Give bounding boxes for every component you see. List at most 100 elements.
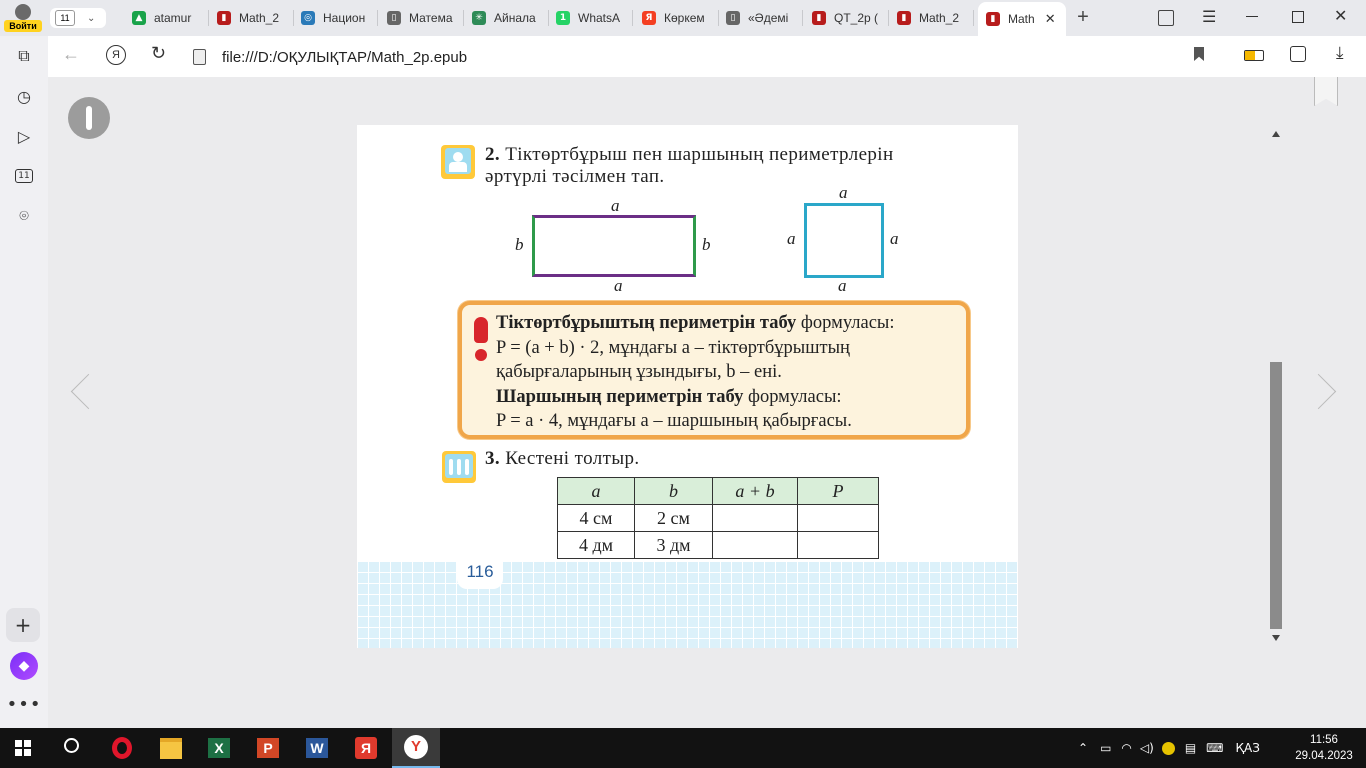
video-icon[interactable]: ▷ <box>12 124 36 148</box>
minimize-button[interactable] <box>1246 16 1258 17</box>
navigation-bar: ← Я ↻ file:///D:/ОҚУЛЫҚТАР/Math_2p.epub … <box>48 36 1366 78</box>
tab-title: Math <box>1008 12 1035 26</box>
scroll-up-arrow[interactable] <box>1272 131 1280 137</box>
browser-tab[interactable]: 1 WhatsA <box>552 3 634 33</box>
battery-saver-icon[interactable] <box>1244 50 1264 61</box>
tab-favicon-icon: ✳ <box>472 11 486 25</box>
reader-scrollbar[interactable] <box>1270 127 1282 643</box>
table-header-row: a b a + b P <box>557 477 879 505</box>
yandex-button[interactable]: Я <box>106 45 126 65</box>
download-icon[interactable]: ⤓ <box>1336 43 1344 63</box>
add-panel-icon[interactable]: + <box>6 608 40 642</box>
rule-line5: P = a · 4, мұндағы a – шаршының қабырғас… <box>496 411 852 431</box>
rect-label-top: a <box>611 196 620 215</box>
browser-tab[interactable]: Я Көркем <box>638 3 720 33</box>
close-tab-icon[interactable]: ✕ <box>1045 11 1056 27</box>
browser-tab[interactable]: ✳ Айнала <box>468 3 550 33</box>
table-cell: 3 дм <box>634 531 713 559</box>
browser-tab[interactable]: ▮ Math_2 <box>213 3 295 33</box>
prev-page-arrow[interactable] <box>70 373 107 410</box>
table-header-cell: a + b <box>712 477 798 505</box>
tab-favicon-icon: Я <box>642 11 656 25</box>
rule-line3: қабырғаларының ұзындығы, b – ені. <box>496 362 782 382</box>
alice-assistant-icon[interactable]: ◆ <box>10 652 38 680</box>
tab-favicon-icon: ◎ <box>301 11 315 25</box>
table-header-cell: a <box>557 477 635 505</box>
clock[interactable]: 11:56 29.04.2023 <box>1292 732 1356 764</box>
profile-button[interactable]: Войти <box>4 3 42 33</box>
language-indicator[interactable]: ҚАЗ <box>1235 741 1259 755</box>
reader-bookmark-icon[interactable] <box>1314 77 1338 106</box>
tab-bar: Войти 11 ⌄ ▲ atamur ▮ Math_2 ◎ Национ ▯ Матема ✳… <box>0 0 1366 36</box>
task3-number: 3. <box>485 448 501 469</box>
windows-start-icon[interactable] <box>15 740 31 756</box>
rect-label-bottom: a <box>614 276 623 295</box>
address-text: file:///D:/ОҚУЛЫҚТАР/Math_2p.epub <box>222 49 468 66</box>
square-label-bottom: a <box>838 276 847 295</box>
browser-tab[interactable]: ◎ Национ <box>297 3 379 33</box>
chevron-down-icon: ⌄ <box>87 12 96 24</box>
windows-taskbar: X P W Я Y ⌃ ▭ ◠ ◁) ▤ ⌨ ҚАЗ 11:56 29.04.2… <box>0 728 1366 768</box>
screenshot-icon[interactable]: ⌾ <box>12 204 36 228</box>
tab-title: WhatsA <box>578 11 621 25</box>
yandex-disk-icon[interactable] <box>1161 741 1175 755</box>
tab-favicon-icon: ▮ <box>986 12 1000 26</box>
new-tab-button[interactable]: + <box>1072 7 1094 29</box>
table-cell: 2 см <box>634 504 713 532</box>
chevron-up-icon[interactable]: ⌃ <box>1078 741 1088 755</box>
history-icon[interactable]: ◷ <box>12 84 36 108</box>
powerpoint-app-icon[interactable]: P <box>248 732 288 764</box>
yandex-browser-app-icon[interactable]: Y <box>392 728 440 768</box>
bookmark-icon[interactable] <box>1194 47 1204 61</box>
tabs-counter-icon[interactable]: 11 <box>12 164 36 188</box>
browser-sidebar: ⧉ ◷ ▷ 11 ⌾ + ◆ ••• <box>0 36 48 728</box>
battery-icon[interactable]: ▭ <box>1100 741 1111 755</box>
table-header-cell: P <box>797 477 879 505</box>
tab-title: Национ <box>323 11 366 25</box>
book-page: 2. Тіктөртбұрыш пен шаршының периметрлер… <box>357 125 1018 648</box>
tab-separator <box>632 10 633 26</box>
scroll-down-arrow[interactable] <box>1272 635 1280 641</box>
notes-icon[interactable]: ▤ <box>1185 741 1196 755</box>
next-page-arrow[interactable] <box>1300 373 1337 410</box>
tab-count: 11 <box>55 10 75 26</box>
reload-button[interactable]: ↻ <box>151 43 166 64</box>
browser-tab[interactable]: ▯ «Әдемі <box>722 3 804 33</box>
tab-separator <box>208 10 209 26</box>
table-cell <box>712 504 798 532</box>
browser-tab[interactable]: ▮ Math ✕ <box>978 2 1066 36</box>
page-number: 116 <box>466 562 494 581</box>
formula-rule-box: Тіктөртбұрыштың периметрін табу формулас… <box>458 301 970 439</box>
task3-text: Кестені толтыр. <box>505 448 640 469</box>
keyboard-icon[interactable]: ⌨ <box>1206 741 1223 755</box>
close-window-button[interactable]: ✕ <box>1334 6 1347 26</box>
tabs-collection-icon[interactable] <box>1158 10 1174 26</box>
browser-tab[interactable]: ▮ Math_2 <box>893 3 975 33</box>
tab-favicon-icon: ▮ <box>217 11 231 25</box>
volume-icon[interactable]: ◁) <box>1140 741 1154 755</box>
yandex-app-icon[interactable]: Я <box>346 732 386 764</box>
wifi-icon[interactable]: ◠ <box>1121 741 1131 755</box>
browser-tab[interactable]: ▲ atamur <box>128 3 210 33</box>
menu-icon[interactable]: ☰ <box>1202 7 1216 27</box>
clock-date: 29.04.2023 <box>1295 750 1353 762</box>
square-label-top: a <box>839 183 848 202</box>
word-app-icon[interactable]: W <box>297 732 337 764</box>
extensions-icon[interactable] <box>1290 46 1306 62</box>
back-button[interactable]: ← <box>62 44 80 65</box>
square-shape <box>804 203 884 278</box>
more-icon[interactable]: ••• <box>7 692 41 716</box>
search-icon[interactable] <box>64 738 79 753</box>
browser-tab[interactable]: ▯ Матема <box>383 3 465 33</box>
restore-button[interactable] <box>1292 11 1304 23</box>
opera-app-icon[interactable] <box>102 732 142 764</box>
reader-menu-button[interactable] <box>68 97 110 139</box>
scroll-thumb[interactable] <box>1270 362 1282 629</box>
tab-counter-button[interactable]: 11 ⌄ <box>50 8 106 28</box>
collections-icon[interactable]: ⧉ <box>12 44 36 68</box>
excel-app-icon[interactable]: X <box>199 732 239 764</box>
profile-avatar-icon <box>15 4 31 20</box>
file-explorer-icon[interactable] <box>151 732 191 764</box>
browser-tab[interactable]: ▮ QT_2р ( <box>808 3 890 33</box>
address-bar[interactable]: file:///D:/ОҚУЛЫҚТАР/Math_2p.epub <box>184 40 1184 73</box>
